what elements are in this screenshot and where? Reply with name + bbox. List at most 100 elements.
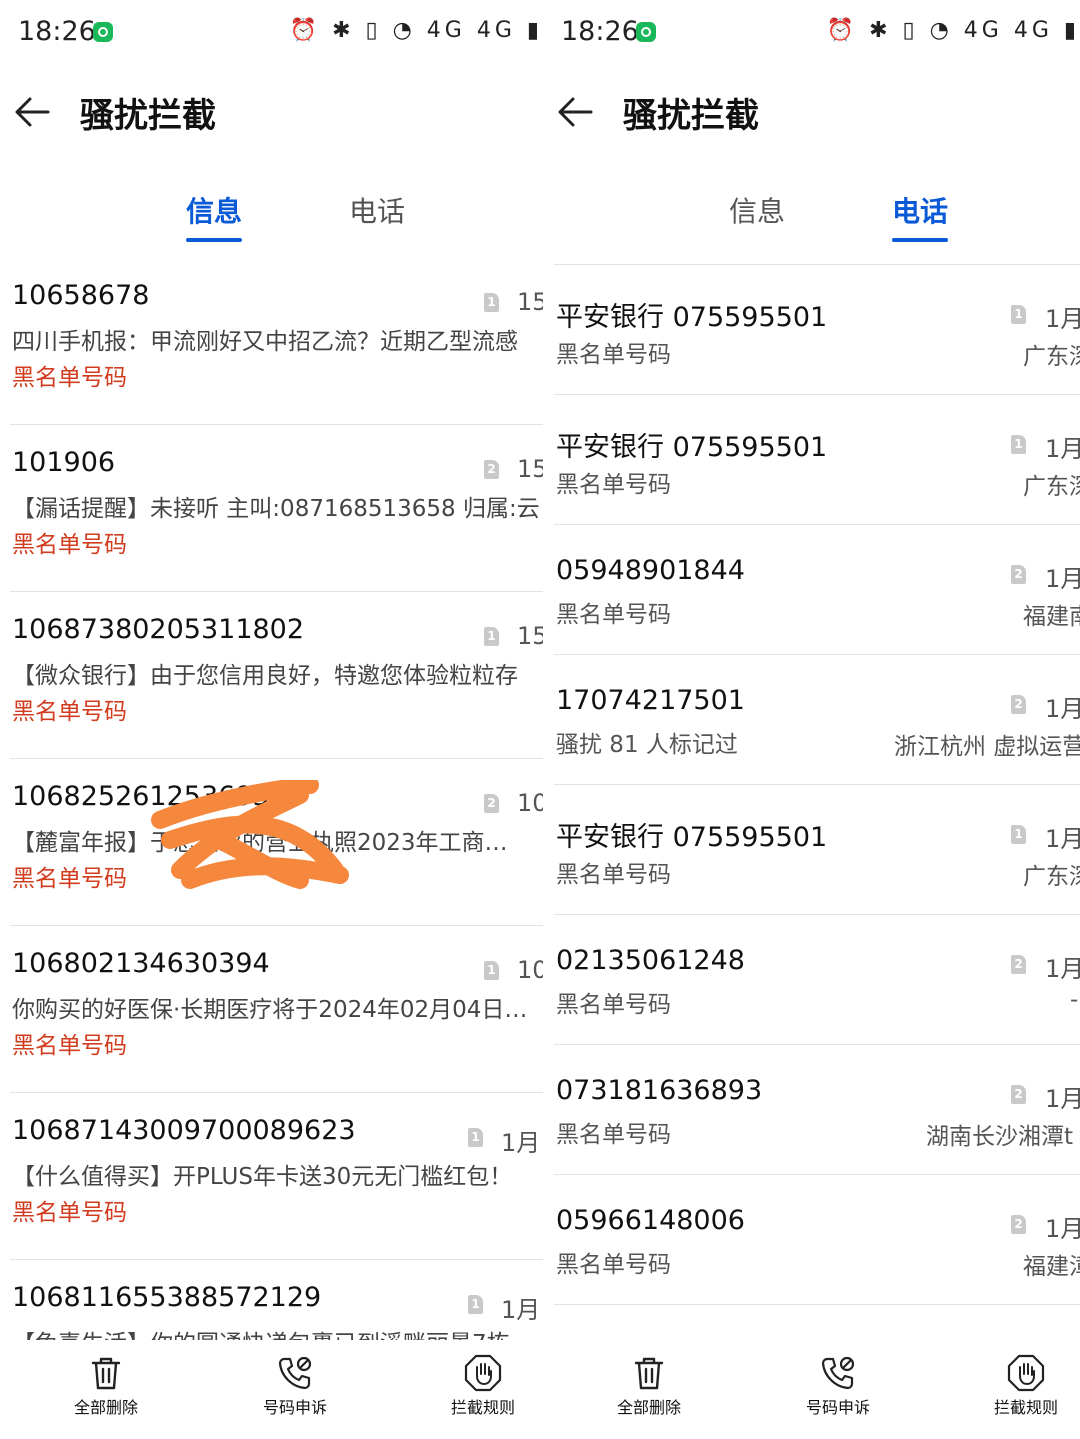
redaction-scribble [151, 780, 349, 889]
calls-panel: 18:26 ⏰ ✱ ▯ ◔ 4G 4G ▮ 骚扰拦截 信息 电话 平安银行 07… [543, 0, 1080, 1439]
caller-number: 平安银行 075595501 [556, 432, 828, 463]
back-arrow-icon[interactable] [10, 90, 54, 134]
message-preview: 四川手机报：甲流刚好又中招乙流？近期乙型流感 [12, 329, 518, 355]
message-preview: 【微众银行】由于您信用良好，特邀您体验粒粒存 [12, 663, 518, 689]
call-row[interactable]: 02135061248 2 1月 黑名单号码 - [554, 915, 1080, 1045]
tab-messages[interactable]: 信息 [729, 190, 785, 230]
message-time: 1月 [501, 1296, 541, 1324]
call-row[interactable]: 073181636893 2 1月 黑名单号码 湖南长沙湘潭t [554, 1045, 1080, 1175]
caller-number: 05948901844 [556, 555, 745, 586]
number-appeal-button[interactable]: 号码申诉 [255, 1354, 335, 1418]
page-title: 骚扰拦截 [80, 96, 216, 136]
call-location: 广东深 [1023, 344, 1080, 370]
message-row[interactable]: 10658678 1 15 四川手机报：甲流刚好又中招乙流？近期乙型流感 黑名单… [10, 258, 543, 425]
block-rules-button[interactable]: 拦截规则 [986, 1354, 1066, 1418]
block-rules-label: 拦截规则 [450, 1398, 515, 1417]
bottom-action-bar: 全部删除 号码申诉 拦截规则 [0, 1340, 543, 1439]
call-time: 1月 [1045, 565, 1080, 593]
sim-card-icon: 2 [1011, 695, 1026, 714]
caller-number: 平安银行 075595501 [556, 302, 828, 333]
delete-all-button[interactable]: 全部删除 [609, 1354, 689, 1418]
sender-number: 10658678 [12, 280, 150, 311]
message-preview: 【漏话提醒】未接听 主叫:087168513658 归属:云 [12, 496, 540, 522]
message-preview: 你购买的好医保·长期医疗将于2024年02月04日… [12, 997, 528, 1023]
number-appeal-label: 号码申诉 [805, 1398, 870, 1417]
message-row[interactable]: 106802134630394 1 10 你购买的好医保·长期医疗将于2024年… [10, 926, 543, 1093]
trash-icon [91, 1357, 121, 1390]
blacklist-tag: 黑名单号码 [12, 699, 127, 725]
blacklist-tag: 黑名单号码 [12, 532, 127, 558]
delete-all-label: 全部删除 [616, 1398, 681, 1417]
status-icons: ⏰ ✱ ▯ ◔ 4G 4G ▮ [826, 18, 1080, 43]
tab-calls[interactable]: 电话 [349, 190, 405, 230]
delete-all-button[interactable]: 全部删除 [66, 1354, 146, 1418]
blacklist-tag: 黑名单号码 [12, 866, 127, 892]
call-tag: 骚扰 81 人标记过 [556, 732, 738, 758]
sim-card-icon: 1 [1011, 435, 1026, 454]
blacklist-tag: 黑名单号码 [12, 1200, 127, 1226]
page-title: 骚扰拦截 [623, 96, 759, 136]
sim-card-icon: 1 [484, 627, 499, 646]
call-row[interactable]: 17074217501 2 1月 骚扰 81 人标记过 浙江杭州 虚拟运营 [554, 655, 1080, 785]
block-rules-button[interactable]: 拦截规则 [443, 1354, 523, 1418]
call-location: - [1070, 987, 1079, 1013]
call-row[interactable]: 平安银行 075595501 1 1月 黑名单号码 广东深 [554, 265, 1080, 395]
blacklist-tag: 黑名单号码 [12, 365, 127, 391]
sender-number: 10687380205311802 [12, 614, 305, 645]
status-time: 18:26 [561, 16, 639, 47]
sim-card-icon: 1 [1011, 825, 1026, 844]
message-time: 1月 [501, 1129, 541, 1157]
title-bar: 骚扰拦截 [553, 84, 1080, 144]
call-time: 1月 [1045, 955, 1080, 983]
block-rules-label: 拦截规则 [993, 1398, 1058, 1417]
call-row[interactable]: 05966148006 2 1月 黑名单号码 福建漳 [554, 1175, 1080, 1305]
sim-card-icon: 1 [484, 961, 499, 980]
call-tag: 黑名单号码 [556, 472, 671, 498]
call-tag: 黑名单号码 [556, 1122, 671, 1148]
sim-card-icon: 2 [484, 460, 499, 479]
message-time: 15 [517, 288, 543, 316]
back-arrow-icon[interactable] [553, 90, 597, 134]
status-bar: 18:26 ⏰ ✱ ▯ ◔ 4G 4G ▮ [561, 14, 1080, 52]
messages-panel: 18:26 ⏰ ✱ ▯ ◔ 4G 4G ▮ 骚扰拦截 信息 电话 1065867… [0, 0, 543, 1439]
call-location: 福建南 [1023, 604, 1080, 630]
number-appeal-button[interactable]: 号码申诉 [798, 1354, 878, 1418]
sim-card-icon: 1 [468, 1295, 483, 1314]
call-time: 1月 [1045, 1085, 1080, 1113]
hand-stop-icon [1007, 1354, 1045, 1392]
caller-number: 02135061248 [556, 945, 745, 976]
message-row[interactable]: 101906 2 15 【漏话提醒】未接听 主叫:087168513658 归属… [10, 425, 543, 592]
call-location: 广东深 [1023, 864, 1080, 890]
tab-calls[interactable]: 电话 [892, 190, 949, 242]
call-location: 湖南长沙湘潭t [926, 1124, 1074, 1150]
call-row[interactable]: 平安银行 075595501 1 1月 黑名单号码 广东深 [554, 395, 1080, 525]
call-tag: 黑名单号码 [556, 602, 671, 628]
phone-appeal-icon [278, 1356, 312, 1390]
call-time: 1月 [1045, 695, 1080, 723]
sim-card-icon: 1 [484, 293, 499, 312]
hand-stop-icon [464, 1354, 502, 1392]
call-row[interactable]: 平安银行 075595501 1 1月 黑名单号码 广东深 [554, 785, 1080, 915]
call-time: 1月 [1045, 1215, 1080, 1243]
call-location: 浙江杭州 虚拟运营 [894, 734, 1080, 760]
number-appeal-label: 号码申诉 [262, 1398, 327, 1417]
call-tag: 黑名单号码 [556, 862, 671, 888]
title-bar: 骚扰拦截 [10, 84, 543, 144]
message-preview: 【什么值得买】开PLUS年卡送30元无门槛红包！ [12, 1164, 513, 1190]
sim-card-icon: 2 [484, 794, 499, 813]
call-time: 1月 [1045, 825, 1080, 853]
sim-card-icon: 1 [1011, 305, 1026, 324]
status-time: 18:26 [18, 16, 96, 47]
tab-messages[interactable]: 信息 [186, 190, 243, 242]
notification-app-icon [636, 22, 656, 42]
caller-number: 073181636893 [556, 1075, 763, 1106]
call-row[interactable]: 05948901844 2 1月 黑名单号码 福建南 [554, 525, 1080, 655]
call-tag: 黑名单号码 [556, 992, 671, 1018]
call-location: 福建漳 [1023, 1254, 1080, 1280]
blacklist-tag: 黑名单号码 [12, 1033, 127, 1059]
message-row[interactable]: 10687380205311802 1 15 【微众银行】由于您信用良好，特邀您… [10, 592, 543, 759]
message-time: 15 [517, 622, 543, 650]
message-row[interactable]: 10687143009700089623 1 1月 【什么值得买】开PLUS年卡… [10, 1093, 543, 1260]
call-list: 平安银行 075595501 1 1月 黑名单号码 广东深 平安银行 07559… [554, 264, 1080, 1305]
call-tag: 黑名单号码 [556, 342, 671, 368]
